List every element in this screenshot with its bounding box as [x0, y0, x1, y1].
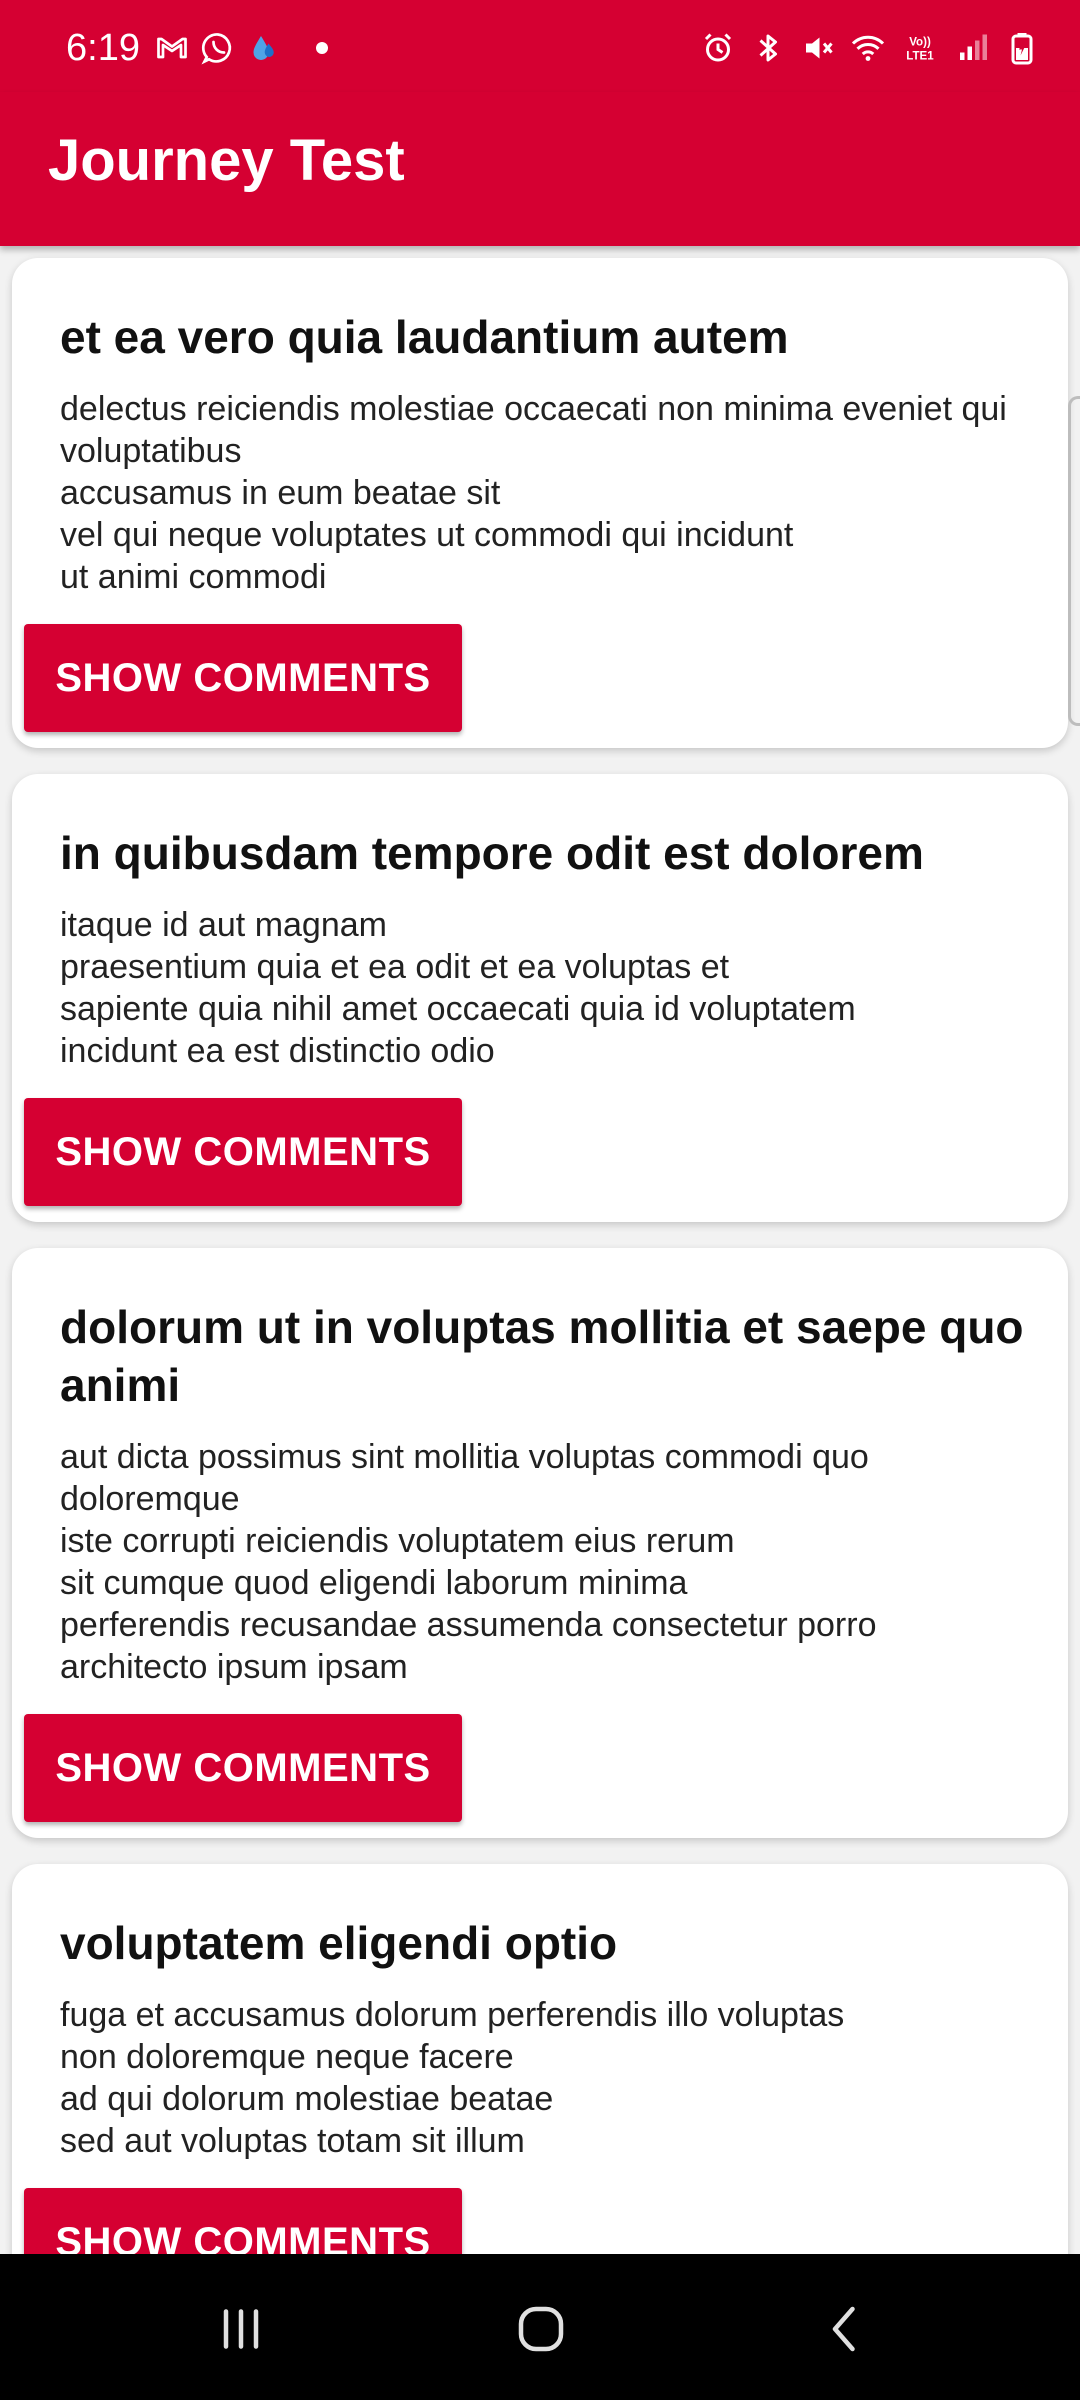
- status-left-icons: [154, 28, 328, 68]
- post-title: voluptatem eligendi optio: [60, 1917, 618, 1969]
- drop-app-icon: [246, 30, 282, 66]
- post-title: dolorum ut in voluptas mollitia et saepe…: [60, 1301, 1024, 1411]
- post-body: itaque id aut magnam praesentium quia et…: [60, 906, 856, 1070]
- svg-text:LTE1: LTE1: [906, 51, 934, 63]
- home-icon[interactable]: [496, 2284, 586, 2374]
- app-bar: Journey Test: [0, 92, 1080, 246]
- battery-charging-icon: [1004, 30, 1040, 66]
- post-card: dolorum ut in voluptas mollitia et saepe…: [12, 1248, 1068, 1838]
- post-card: in quibusdam tempore odit est dolorem it…: [12, 774, 1068, 1222]
- post-body: delectus reiciendis molestiae occaecati …: [60, 390, 1007, 596]
- status-time: 6:19: [66, 27, 140, 69]
- show-comments-button[interactable]: SHOW COMMENTS: [24, 2188, 462, 2254]
- scrollbar[interactable]: [1068, 396, 1080, 726]
- show-comments-button[interactable]: SHOW COMMENTS: [24, 1714, 462, 1822]
- mute-icon: [800, 30, 836, 66]
- post-title: in quibusdam tempore odit est dolorem: [60, 827, 924, 879]
- bluetooth-icon: [750, 30, 786, 66]
- post-list[interactable]: et ea vero quia laudantium autem delectu…: [0, 246, 1080, 2254]
- back-icon[interactable]: [800, 2284, 890, 2374]
- svg-text:Vo)): Vo)): [909, 36, 931, 48]
- wifi-icon: [850, 30, 886, 66]
- show-comments-button[interactable]: SHOW COMMENTS: [24, 624, 462, 732]
- status-right-icons: Vo)) LTE1: [700, 26, 1040, 70]
- system-nav-bar: [0, 2254, 1080, 2400]
- post-card: voluptatem eligendi optio fuga et accusa…: [12, 1864, 1068, 2254]
- post-card: et ea vero quia laudantium autem delectu…: [12, 258, 1068, 748]
- recents-icon[interactable]: [196, 2284, 286, 2374]
- post-body: fuga et accusamus dolorum perferendis il…: [60, 1996, 845, 2160]
- screen: 6:19 Vo)) LTE1 Journey Test et ea vero q…: [0, 0, 1080, 2400]
- gmail-icon: [154, 30, 190, 66]
- alarm-icon: [700, 30, 736, 66]
- show-comments-button[interactable]: SHOW COMMENTS: [24, 1098, 462, 1206]
- post-body: aut dicta possimus sint mollitia volupta…: [60, 1438, 877, 1686]
- notification-dot: [316, 42, 328, 54]
- volte-icon: Vo)) LTE1: [900, 30, 940, 66]
- post-title: et ea vero quia laudantium autem: [60, 311, 789, 363]
- app-title: Journey Test: [48, 128, 405, 193]
- status-bar: 6:19 Vo)) LTE1: [0, 0, 1080, 92]
- whatsapp-icon: [200, 30, 236, 66]
- signal-icon: [954, 30, 990, 66]
